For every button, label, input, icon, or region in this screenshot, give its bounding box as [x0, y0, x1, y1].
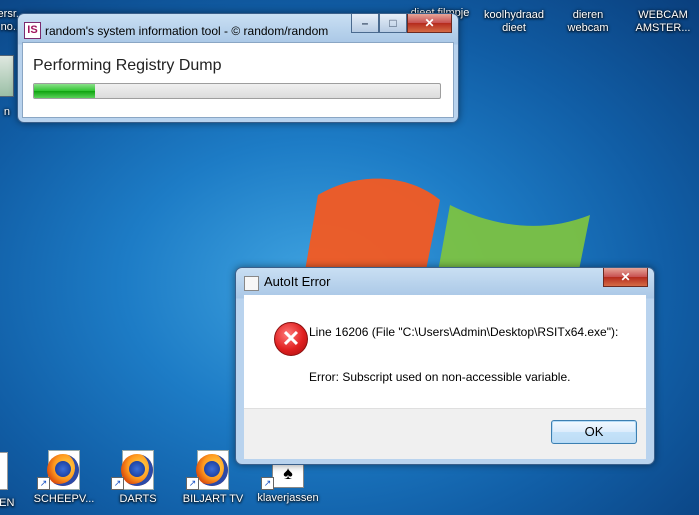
- desktop-icon-igen[interactable]: IGEN: [0, 452, 26, 510]
- window-title: random's system information tool - © ran…: [45, 24, 329, 38]
- desktop-icon-scheepv[interactable]: ↗ SCHEEPV...: [26, 450, 102, 506]
- desktop-icon-label: n: [3, 106, 10, 118]
- firefox-icon: [47, 454, 79, 486]
- desktop-icon-klaverjassen[interactable]: ♠ ↗ klaverjassen: [250, 458, 326, 505]
- error-line-message: Line 16206 (File "C:\Users\Admin\Desktop…: [309, 325, 619, 339]
- app-icon: IS: [24, 22, 41, 39]
- desktop-icon-partial-image[interactable]: [0, 55, 14, 97]
- desktop-icon-label: IGEN: [0, 497, 15, 509]
- error-dialog[interactable]: AutoIt Error ✕ ✕ Line 16206 (File "C:\Us…: [235, 267, 655, 465]
- ok-button[interactable]: OK: [551, 420, 637, 444]
- shortcut-arrow-icon: ↗: [261, 477, 274, 490]
- desktop-icon-label: dieren webcam: [567, 9, 609, 34]
- document-icon: [0, 452, 8, 490]
- error-icon: ✕: [274, 322, 308, 356]
- error-description: Error: Subscript used on non-accessible …: [309, 370, 571, 384]
- dialog-title: AutoIt Error: [264, 274, 331, 289]
- dialog-controls: ✕: [603, 268, 648, 287]
- desktop-icon-partial-2[interactable]: n: [0, 106, 10, 119]
- maximize-button[interactable]: □: [379, 14, 407, 33]
- desktop-icon-dieren-webcam[interactable]: dieren webcam: [550, 9, 626, 35]
- desktop-icon-webcam-amster[interactable]: WEBCAM AMSTER...: [625, 9, 699, 35]
- desktop-icon-label: WEBCAM AMSTER...: [635, 9, 691, 34]
- desktop-icon-label: klaverjassen: [257, 492, 319, 504]
- shortcut-arrow-icon: ↗: [186, 477, 199, 490]
- shortcut-arrow-icon: ↗: [37, 477, 50, 490]
- document-icon: ↗: [111, 450, 154, 490]
- close-button[interactable]: ✕: [407, 14, 452, 33]
- document-icon: ↗: [37, 450, 80, 490]
- minimize-button[interactable]: –: [351, 14, 379, 33]
- firefox-icon: [121, 454, 153, 486]
- desktop-icon-label: DARTS: [119, 493, 157, 505]
- desktop-icon-label: SCHEEPV...: [33, 493, 95, 505]
- document-icon: ↗: [186, 450, 229, 490]
- desktop-icon-koolhydraad-dieet[interactable]: koolhydraad dieet: [476, 9, 552, 35]
- progress-status-text: Performing Registry Dump: [33, 57, 222, 74]
- desktop-icon-label: koolhydraad dieet: [484, 9, 544, 34]
- progress-bar: [33, 83, 441, 99]
- dialog-icon: [244, 276, 259, 291]
- progress-client-area: Performing Registry Dump: [22, 42, 454, 118]
- progress-bar-fill: [34, 84, 95, 98]
- desktop-icon-label: BILJART TV: [182, 493, 244, 505]
- firefox-icon: [196, 454, 228, 486]
- shortcut-arrow-icon: ↗: [111, 477, 124, 490]
- desktop-icon-darts[interactable]: ↗ DARTS: [100, 450, 176, 506]
- progress-window[interactable]: IS random's system information tool - © …: [17, 13, 459, 123]
- window-controls: – □ ✕: [351, 14, 452, 33]
- close-button[interactable]: ✕: [603, 268, 648, 287]
